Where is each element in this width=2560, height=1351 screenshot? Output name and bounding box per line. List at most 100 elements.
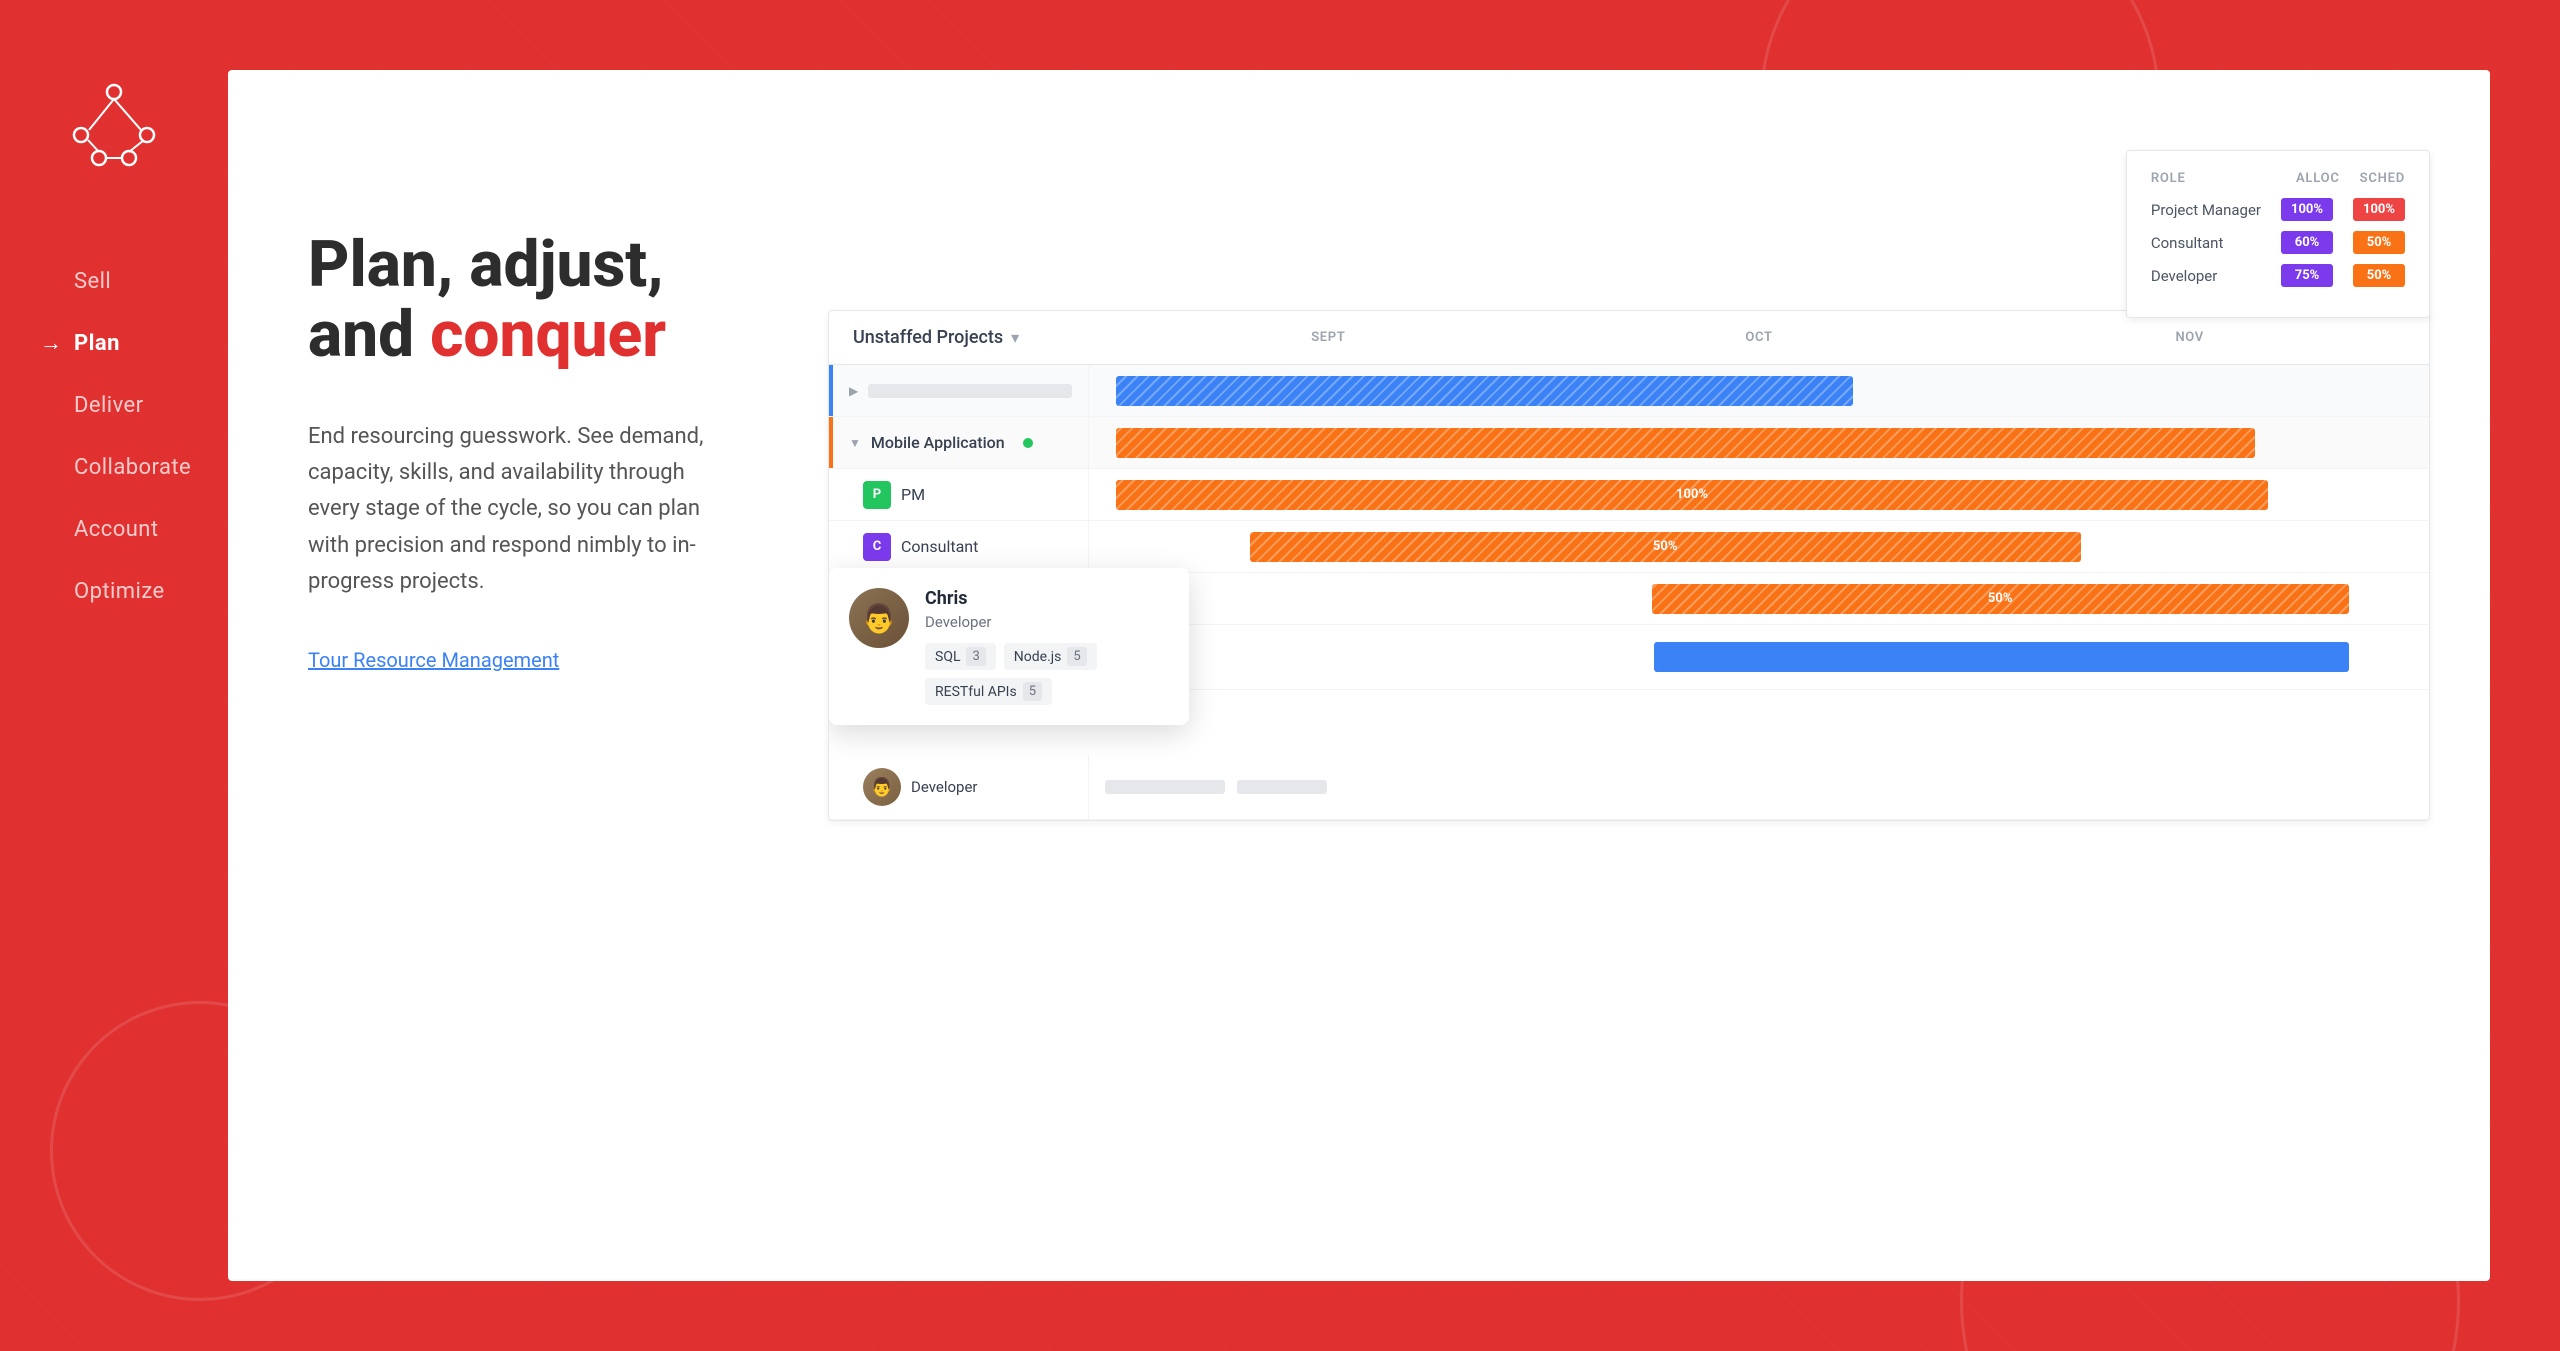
gantt-row-collapsed: ▶	[829, 365, 2429, 417]
gantt-title-area: Unstaffed Projects ▾	[853, 327, 1113, 348]
nav-label-deliver: Deliver	[74, 393, 144, 418]
person-popup-role: Developer	[925, 613, 1169, 631]
gantt-title: Unstaffed Projects	[853, 327, 1003, 348]
hero-headline: Plan, adjust, and conquer	[308, 230, 728, 371]
popup-row: 👨 👨 Chris Develope	[829, 625, 2429, 755]
alloc-developer-alloc: 75%	[2281, 264, 2333, 287]
gantt-section-right	[1089, 417, 2429, 468]
alloc-consultant-alloc: 60%	[2281, 231, 2333, 254]
alloc-role-pm: Project Manager	[2151, 201, 2261, 219]
gantt-row-left-collapsed: ▶	[833, 365, 1089, 416]
pm-bar-label: 100%	[1676, 487, 1708, 502]
section-status-dot	[1023, 438, 1033, 448]
developer-bar-label: 50%	[1988, 591, 2013, 606]
alloc-pm-sched: 100%	[2353, 198, 2405, 221]
dev2-row-right	[1089, 755, 2429, 819]
skill-sql-name: SQL	[935, 649, 960, 665]
skill-sql: SQL 3	[925, 643, 996, 670]
section-label-mobile-app: Mobile Application	[871, 433, 1005, 452]
expand-arrow-icon[interactable]: ▶	[849, 384, 858, 398]
app-logo[interactable]	[69, 80, 159, 170]
alloc-role-developer: Developer	[2151, 267, 2261, 285]
nav-label-plan: Plan	[74, 331, 120, 356]
pm-role-name: PM	[901, 485, 925, 504]
section-arrow-icon[interactable]: ▼	[849, 436, 861, 450]
pm-row-left: P PM	[833, 469, 1089, 520]
gantt-row-pm: P PM 100%	[829, 469, 2429, 521]
headline-highlight: conquer	[430, 297, 666, 372]
pm-bar: 100%	[1116, 480, 2268, 510]
alloc-alloc-header: ALLOC	[2296, 171, 2340, 186]
nav-label-sell: Sell	[74, 269, 111, 294]
month-nov: NOV	[1974, 330, 2405, 345]
consultant-bar: 50%	[1250, 532, 2081, 562]
developer-row-right: 50%	[1089, 573, 2429, 624]
consultant-row-left: C Consultant	[833, 521, 1089, 572]
alloc-row-pm: Project Manager 100% 100%	[2151, 198, 2405, 221]
gantt-chart: Unstaffed Projects ▾ SEPT OCT NOV	[828, 310, 2430, 821]
alloc-consultant-sched: 50%	[2353, 231, 2405, 254]
skill-nodejs: Node.js 5	[1004, 643, 1097, 670]
chris-row-right	[1093, 625, 2429, 689]
gantt-section-mobile-app: ▼ Mobile Application	[829, 417, 2429, 469]
gantt-row-dev2: 👨 Developer	[829, 755, 2429, 820]
allocation-panel: ROLE ALLOC SCHED Project Manager 100% 10…	[2126, 150, 2430, 318]
person-skills-row: SQL 3 Node.js 5 RESTful APIs	[925, 643, 1169, 705]
person-popup: 👨 Chris Developer SQL 3	[829, 568, 1189, 725]
person-popup-name: Chris	[925, 588, 1169, 609]
headline-line1: Plan, adjust,	[308, 227, 664, 302]
alloc-role-consultant: Consultant	[2151, 234, 2261, 252]
placeholder-label-bar	[868, 384, 1072, 398]
gantt-row-consultant: C Consultant 50%	[829, 521, 2429, 573]
sidebar-item-optimize[interactable]: → Optimize	[40, 560, 228, 622]
dev2-placeholder-2	[1237, 780, 1327, 794]
section-bar	[1116, 428, 2255, 458]
sidebar-item-plan[interactable]: → Plan	[40, 312, 228, 374]
pm-badge: P	[863, 481, 891, 509]
consultant-bar-label: 50%	[1653, 539, 1678, 554]
sidebar-item-account[interactable]: → Account	[40, 498, 228, 560]
dev2-row-left: 👨 Developer	[833, 755, 1089, 819]
hero-description: End resourcing guesswork. See demand, ca…	[308, 419, 728, 600]
alloc-row-developer: Developer 75% 50%	[2151, 264, 2405, 287]
alloc-sched-header: SCHED	[2360, 171, 2405, 186]
alloc-header: ROLE ALLOC SCHED	[2151, 171, 2405, 186]
sidebar-item-sell[interactable]: → Sell	[40, 250, 228, 312]
skill-nodejs-count: 5	[1067, 647, 1086, 666]
person-popup-info: Chris Developer SQL 3 Node.js	[925, 588, 1169, 705]
tour-resource-management-link[interactable]: Tour Resource Management	[308, 648, 559, 672]
headline-line2: and	[308, 297, 430, 372]
gantt-body: ▶ ▼ Mobile Application	[829, 365, 2429, 820]
gantt-chevron-icon[interactable]: ▾	[1011, 328, 1019, 347]
skill-sql-count: 3	[966, 647, 985, 666]
skill-restful: RESTful APIs 5	[925, 678, 1052, 705]
nav-label-account: Account	[74, 517, 158, 542]
pm-row-right: 100%	[1089, 469, 2429, 520]
sidebar-item-collaborate[interactable]: → Collaborate	[40, 436, 228, 498]
month-sept: SEPT	[1113, 330, 1544, 345]
hero-section: Plan, adjust, and conquer End resourcing…	[228, 70, 808, 1281]
alloc-role-header: ROLE	[2151, 171, 2276, 186]
gantt-header: Unstaffed Projects ▾ SEPT OCT NOV	[829, 311, 2429, 365]
nav-label-optimize: Optimize	[74, 579, 165, 604]
ui-preview-section: ROLE ALLOC SCHED Project Manager 100% 10…	[808, 70, 2490, 1281]
nav-arrow-plan: →	[40, 330, 62, 356]
skill-restful-name: RESTful APIs	[935, 684, 1017, 700]
gantt-section-left: ▼ Mobile Application	[833, 417, 1089, 468]
consultant-row-right: 50%	[1089, 521, 2429, 572]
sidebar-item-deliver[interactable]: → Deliver	[40, 374, 228, 436]
sidebar: → Sell → Plan → Deliver → Collaborate → …	[0, 0, 228, 1351]
collapsed-bar	[1116, 376, 1853, 406]
chris-blue-bar	[1654, 642, 2349, 672]
alloc-pm-alloc: 100%	[2281, 198, 2333, 221]
consultant-role-name: Consultant	[901, 537, 978, 556]
developer-bar: 50%	[1652, 584, 2349, 614]
skill-restful-count: 5	[1023, 682, 1042, 701]
skill-nodejs-name: Node.js	[1014, 649, 1062, 665]
gantt-row-right-collapsed	[1089, 365, 2429, 416]
alloc-row-consultant: Consultant 60% 50%	[2151, 231, 2405, 254]
gantt-month-headers: SEPT OCT NOV	[1113, 330, 2405, 345]
alloc-developer-sched: 50%	[2353, 264, 2405, 287]
main-nav: → Sell → Plan → Deliver → Collaborate → …	[0, 250, 228, 622]
nav-label-collaborate: Collaborate	[74, 455, 191, 480]
